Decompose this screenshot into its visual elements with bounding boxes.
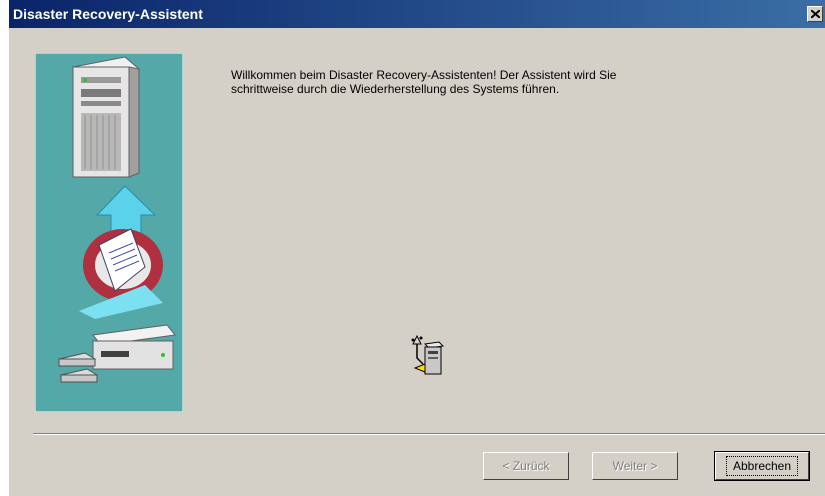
welcome-text: Willkommen beim Disaster Recovery-Assist…: [231, 68, 617, 96]
back-button-label: < Zurück: [502, 459, 550, 473]
title-bar[interactable]: Disaster Recovery-Assistent: [9, 0, 825, 28]
close-button[interactable]: [807, 6, 823, 22]
window-title: Disaster Recovery-Assistent: [13, 6, 203, 22]
back-button[interactable]: < Zurück: [483, 452, 569, 480]
recovery-illustration-icon: [34, 52, 184, 413]
cancel-button[interactable]: Abbrechen: [714, 451, 810, 481]
dialog-window: Disaster Recovery-Assistent Willkommen b…: [8, 0, 825, 496]
server-restore-icon: [409, 334, 445, 378]
close-icon: [811, 10, 820, 18]
button-separator: [33, 433, 825, 435]
next-button-label: Weiter >: [612, 459, 658, 473]
next-button[interactable]: Weiter >: [592, 452, 678, 480]
wizard-side-illustration: [34, 52, 184, 413]
cancel-button-label: Abbrechen: [725, 456, 799, 476]
